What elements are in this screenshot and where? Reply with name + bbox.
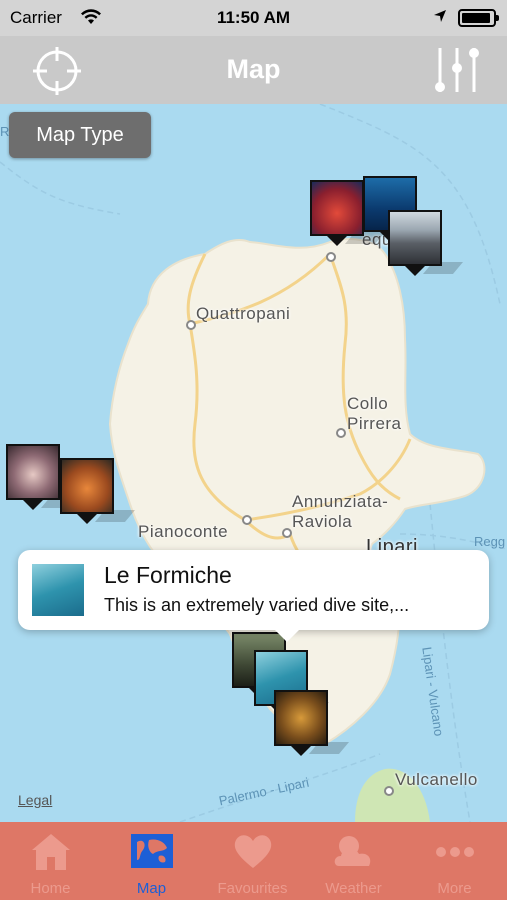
- dive-site-thumbnail: [32, 564, 84, 616]
- clock: 11:50 AM: [216, 8, 291, 27]
- tab-map[interactable]: Map: [101, 822, 202, 900]
- home-icon: [32, 834, 70, 870]
- dive-site-callout[interactable]: Le Formiche This is an extremely varied …: [18, 550, 489, 642]
- sea-label-reggio-right: Regg: [474, 534, 506, 549]
- tab-label-map: Map: [136, 880, 167, 897]
- tab-more[interactable]: More: [404, 822, 505, 900]
- place-label-quattropani: Quattropani: [196, 304, 291, 323]
- tab-home[interactable]: Home: [0, 822, 101, 900]
- dive-site-pin[interactable]: [6, 444, 82, 512]
- tab-label-home: Home: [30, 880, 71, 897]
- battery-icon: [458, 9, 499, 27]
- heart-icon: [234, 835, 272, 868]
- dive-site-pin[interactable]: [274, 690, 350, 758]
- map-type-button[interactable]: Map Type: [9, 112, 151, 158]
- place-dot-pianoconte: [242, 515, 252, 525]
- tab-label-more: More: [437, 880, 472, 897]
- place-label-pianoconte: Pianoconte: [138, 522, 229, 541]
- location-arrow-icon: [432, 8, 448, 29]
- place-dot-quattropani: [186, 320, 196, 330]
- navigation-bar: Map: [0, 36, 507, 104]
- dive-site-pin[interactable]: [388, 210, 464, 278]
- tab-label-weather: Weather: [325, 880, 382, 897]
- filter-sliders-icon[interactable]: [430, 44, 484, 98]
- tab-favourites[interactable]: Favourites: [202, 822, 303, 900]
- tab-weather[interactable]: Weather: [303, 822, 404, 900]
- place-label-vulcanello: Vulcanello: [395, 770, 478, 789]
- map-view[interactable]: equa Quattropani Collo Pirrera Annunziat…: [0, 104, 507, 822]
- place-dot-vulcanello: [384, 786, 394, 796]
- place-dot-annunziata: [282, 528, 292, 538]
- legal-link[interactable]: Legal: [18, 792, 52, 808]
- map-icon: [131, 834, 173, 868]
- tab-bar: Home Map Favourites Weather More: [0, 822, 507, 900]
- more-icon: [436, 847, 474, 857]
- tab-label-favourites: Favourites: [217, 880, 288, 897]
- place-label-annunziata-raviola: Annunziata- Raviola: [292, 492, 389, 531]
- callout-title: Le Formiche: [104, 562, 232, 588]
- weather-icon: [334, 836, 371, 866]
- status-bar: Carrier 11:50 AM: [0, 0, 507, 36]
- callout-subtitle: This is an extremely varied dive site,..…: [104, 595, 410, 615]
- place-dot-acquacalda: [326, 252, 336, 262]
- dive-site-pin[interactable]: [60, 458, 136, 526]
- dive-site-pin[interactable]: [310, 180, 386, 248]
- place-dot-collo-pirrera: [336, 428, 346, 438]
- place-label-collo-pirrera: Collo Pirrera: [347, 394, 402, 433]
